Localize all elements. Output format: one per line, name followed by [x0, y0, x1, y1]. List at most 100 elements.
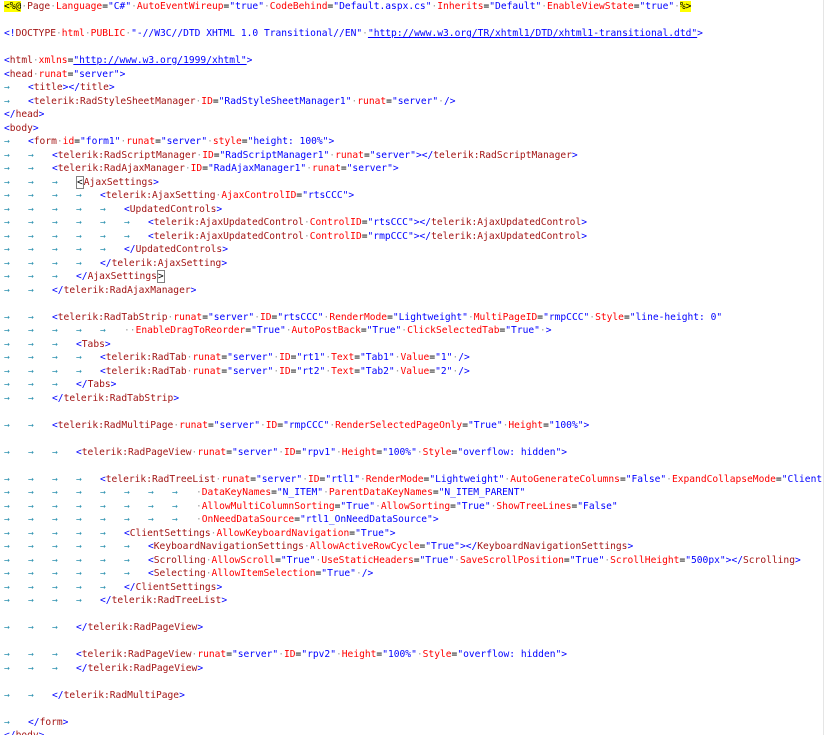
code-token: "Default" — [489, 1, 542, 12]
code-line[interactable]: <%@·Page·Language="C#"·AutoEventWireup="… — [0, 0, 823, 14]
code-line[interactable]: → → </telerik:RadMultiPage> — [0, 689, 823, 703]
tab-marker-icon: → — [52, 649, 58, 660]
code-line[interactable]: → → → → → → → → ·DataKeyNames="N_ITEM"·ParentDat… — [0, 486, 823, 500]
code-token: DataKeyNames — [201, 487, 272, 498]
tab-marker-icon: → — [4, 190, 10, 201]
code-token: ID — [307, 473, 320, 485]
tab-marker-icon: → — [52, 581, 58, 593]
code-line[interactable]: → → → → </telerik:AjaxSetting> — [0, 257, 823, 271]
code-token: </ — [52, 284, 64, 296]
code-line[interactable]: → → → → → → → → ·OnNeedDataSource="rtl1_OnNeedDa… — [0, 513, 823, 527]
code-token: </ — [100, 257, 112, 269]
code-line[interactable]: → → </telerik:RadTabStrip> — [0, 392, 823, 406]
tab-marker-icon: → — [28, 473, 34, 485]
code-token: "server" — [227, 365, 274, 377]
code-token: ></ — [62, 82, 80, 93]
code-line[interactable]: → → → <Tabs> — [0, 338, 823, 352]
code-token: "server" — [160, 136, 208, 147]
code-line[interactable]: → <form·id="form1"·runat="server"·style="… — [0, 135, 823, 149]
code-token: ID — [201, 95, 213, 107]
code-token: telerik:RadTreeList — [105, 473, 216, 485]
code-line[interactable] — [0, 635, 823, 649]
code-line[interactable]: → → <telerik:RadMultiPage·runat="server"·I… — [0, 419, 823, 433]
code-line[interactable] — [0, 405, 823, 419]
code-token: </ — [100, 595, 112, 606]
code-line[interactable]: → → → → → → <Selecting·AllowItemSelection="Tru… — [0, 567, 823, 581]
code-token: runat — [357, 95, 387, 107]
code-token: "False" — [625, 473, 667, 485]
tab-marker-icon: → — [4, 716, 10, 728]
code-token: body — [16, 730, 39, 735]
code-line[interactable]: → → → → → </UpdatedControls> — [0, 243, 823, 257]
code-token: runat — [335, 149, 364, 161]
tab-marker-icon: → — [52, 217, 58, 228]
code-line[interactable] — [0, 675, 823, 689]
code-line[interactable] — [0, 297, 823, 311]
tab-marker-icon: → — [100, 554, 106, 566]
code-line[interactable]: </head> — [0, 108, 823, 122]
code-line[interactable]: <body> — [0, 122, 823, 136]
code-line[interactable] — [0, 14, 823, 28]
code-token: title — [80, 82, 109, 93]
code-line[interactable]: → → → → → </ClientSettings> — [0, 581, 823, 595]
code-line[interactable]: → <title></title> — [0, 81, 823, 95]
code-line[interactable]: → → → → <telerik:AjaxSetting·AjaxControlID="… — [0, 189, 823, 203]
code-line[interactable] — [0, 459, 823, 473]
code-line[interactable]: → → → → <telerik:RadTab·runat="server"·ID="r… — [0, 365, 823, 379]
tab-marker-icon: → — [4, 136, 10, 147]
code-token: > — [583, 419, 590, 431]
code-line[interactable]: → → → </AjaxSettings> — [0, 270, 823, 284]
code-line[interactable]: → → → </telerik:RadPageView> — [0, 662, 823, 676]
code-line[interactable] — [0, 608, 823, 622]
tab-marker-icon: → — [52, 622, 58, 633]
code-token: "True" — [569, 554, 605, 566]
code-line[interactable]: → → → → → → → → ·AllowMultiColumnSorting="True"·… — [0, 500, 823, 514]
code-line[interactable]: → → → </telerik:RadPageView> — [0, 621, 823, 635]
tab-marker-icon: → — [52, 500, 58, 512]
code-line[interactable]: <!DOCTYPE·html·PUBLIC·"-//W3C//DTD XHTML… — [0, 27, 823, 41]
code-line[interactable] — [0, 432, 823, 446]
code-token: > — [561, 446, 568, 458]
code-line[interactable]: → → <telerik:RadTabStrip·runat="server"·ID… — [0, 311, 823, 325]
code-line[interactable]: → → → → → → <telerik:AjaxUpdatedControl·Contro… — [0, 230, 823, 244]
code-line[interactable]: → → → → → <ClientSettings·AllowKeyboardNaviga… — [0, 527, 823, 541]
code-line[interactable]: → → <telerik:RadScriptManager·ID="RadScrip… — [0, 149, 823, 163]
code-editor[interactable]: <%@·Page·Language="C#"·AutoEventWireup="… — [0, 0, 824, 735]
code-token: "True" — [425, 541, 460, 552]
code-line[interactable]: <head·runat="server"> — [0, 68, 823, 82]
code-line[interactable]: → → → → </telerik:RadTreeList> — [0, 594, 823, 608]
tab-marker-icon: → — [52, 176, 58, 188]
code-line[interactable] — [0, 702, 823, 716]
code-token: KeyboardNavigationSettings — [477, 541, 628, 552]
code-token: "Lightweight" — [429, 473, 505, 485]
code-line[interactable]: → → → → → → <KeyboardNavigationSettings·AllowA… — [0, 540, 823, 554]
code-line[interactable]: → → → → <telerik:RadTreeList·runat="server"·… — [0, 473, 823, 487]
code-line[interactable]: → <telerik:RadStyleSheetManager·ID="RadSt… — [0, 95, 823, 109]
code-line[interactable]: → → → <telerik:RadPageView·runat="server"·I… — [0, 446, 823, 460]
code-token: > — [216, 581, 223, 593]
code-line[interactable] — [0, 41, 823, 55]
code-token: </ — [124, 581, 136, 593]
code-line[interactable]: → → → → <telerik:RadTab·runat="server"·ID="r… — [0, 351, 823, 365]
code-line[interactable]: → → <telerik:RadAjaxManager·ID="RadAjaxMan… — [0, 162, 823, 176]
code-token: > — [432, 514, 439, 525]
code-line[interactable]: <html·xmlns="http://www.w3.org/1999/xhtm… — [0, 54, 823, 68]
code-token: UseStaticHeaders — [321, 554, 414, 566]
code-line[interactable]: → </form> — [0, 716, 823, 730]
code-token: "server" — [346, 163, 393, 174]
code-line[interactable]: → → → → → → <telerik:AjaxUpdatedControl·Contro… — [0, 216, 823, 230]
code-line[interactable]: → → </telerik:RadAjaxManager> — [0, 284, 823, 298]
code-token: Scrolling — [153, 554, 206, 566]
code-line[interactable]: → → → → → ··EnableDragToReorder="True"·AutoPo… — [0, 324, 823, 338]
code-token: > — [197, 662, 204, 674]
code-line[interactable]: → → → → → <UpdatedControls> — [0, 203, 823, 217]
code-line[interactable]: → → → </Tabs> — [0, 378, 823, 392]
code-line[interactable]: </body> — [0, 729, 823, 735]
code-line[interactable]: → → → <AjaxSettings> — [0, 175, 823, 190]
code-line[interactable]: → → → → → → <Scrolling·AllowScroll="True"·UseS… — [0, 554, 823, 568]
tab-marker-icon: → — [76, 325, 82, 336]
tab-marker-icon: → — [100, 500, 106, 512]
code-line[interactable]: → → → <telerik:RadPageView·runat="server"·I… — [0, 648, 823, 662]
code-token: telerik:AjaxUpdatedControl — [431, 230, 582, 242]
code-token: "rtsCCC" — [302, 190, 349, 201]
